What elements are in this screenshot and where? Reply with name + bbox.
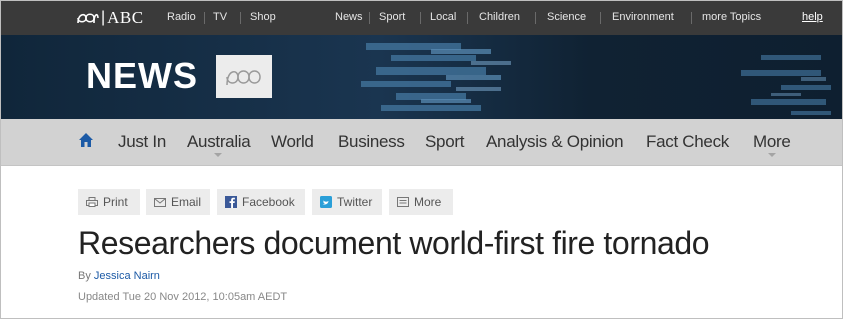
facebook-icon xyxy=(225,196,237,208)
email-label: Email xyxy=(171,195,202,209)
nav-analysis-opinion[interactable]: Analysis & Opinion xyxy=(486,132,624,152)
twitter-icon xyxy=(320,196,332,208)
email-icon xyxy=(154,197,166,207)
news-title[interactable]: NEWS xyxy=(86,55,198,97)
toplink-radio[interactable]: Radio xyxy=(167,11,196,23)
toplink-local[interactable]: Local xyxy=(430,11,456,23)
toplink-environment[interactable]: Environment xyxy=(612,11,674,23)
twitter-button[interactable]: Twitter xyxy=(312,189,382,215)
abc-logo-icon xyxy=(76,11,100,25)
more-share-label: More xyxy=(414,195,442,209)
news-banner: NEWS xyxy=(1,35,842,119)
nav-just-in[interactable]: Just In xyxy=(118,132,166,152)
more-share-button[interactable]: More xyxy=(389,189,453,215)
top-separator xyxy=(535,12,536,24)
top-separator xyxy=(204,12,205,24)
top-separator xyxy=(691,12,692,24)
top-separator xyxy=(600,12,601,24)
top-separator xyxy=(420,12,421,24)
twitter-label: Twitter xyxy=(337,195,373,209)
author-link[interactable]: Jessica Nairn xyxy=(94,270,160,282)
nav-more[interactable]: More xyxy=(753,132,791,152)
facebook-button[interactable]: Facebook xyxy=(217,189,305,215)
updated-timestamp: Updated Tue 20 Nov 2012, 10:05am AEDT xyxy=(78,291,288,303)
print-button[interactable]: Print xyxy=(78,189,140,215)
toplink-science[interactable]: Science xyxy=(547,11,586,23)
network-bar: | ABC Radio TV Shop News Sport Local Chi… xyxy=(1,1,842,35)
nav-fact-check[interactable]: Fact Check xyxy=(646,132,729,152)
toplink-news[interactable]: News xyxy=(335,11,363,23)
email-button[interactable]: Email xyxy=(146,189,210,215)
print-icon xyxy=(86,197,98,207)
australia-dropdown-icon xyxy=(214,153,222,157)
byline: By Jessica Nairn xyxy=(78,270,160,282)
top-separator xyxy=(369,12,370,24)
page-frame: | ABC Radio TV Shop News Sport Local Chi… xyxy=(0,0,843,319)
abc-logo-icon xyxy=(226,69,261,85)
more-icon xyxy=(397,197,409,207)
home-icon[interactable] xyxy=(78,132,94,153)
more-dropdown-icon xyxy=(768,153,776,157)
nav-sport[interactable]: Sport xyxy=(425,132,464,152)
abc-home-link[interactable]: | ABC xyxy=(76,8,144,28)
top-separator xyxy=(467,12,468,24)
logo-divider: | xyxy=(101,9,106,26)
facebook-label: Facebook xyxy=(242,195,295,209)
article-headline: Researchers document world-first fire to… xyxy=(78,225,710,261)
top-separator xyxy=(240,12,241,24)
toplink-tv[interactable]: TV xyxy=(213,11,227,23)
print-label: Print xyxy=(103,195,128,209)
help-link[interactable]: help xyxy=(802,11,823,23)
nav-australia[interactable]: Australia xyxy=(187,132,251,152)
toplink-children[interactable]: Children xyxy=(479,11,520,23)
abc-news-logo-box xyxy=(216,55,272,98)
main-nav: Just In Australia World Business Sport A… xyxy=(1,119,842,166)
byline-prefix: By xyxy=(78,270,91,282)
toplink-sport[interactable]: Sport xyxy=(379,11,405,23)
toplink-more-topics[interactable]: more Topics xyxy=(702,11,761,23)
nav-world[interactable]: World xyxy=(271,132,314,152)
toplink-shop[interactable]: Shop xyxy=(250,11,276,23)
abc-logo-text: ABC xyxy=(107,8,144,27)
nav-business[interactable]: Business xyxy=(338,132,405,152)
